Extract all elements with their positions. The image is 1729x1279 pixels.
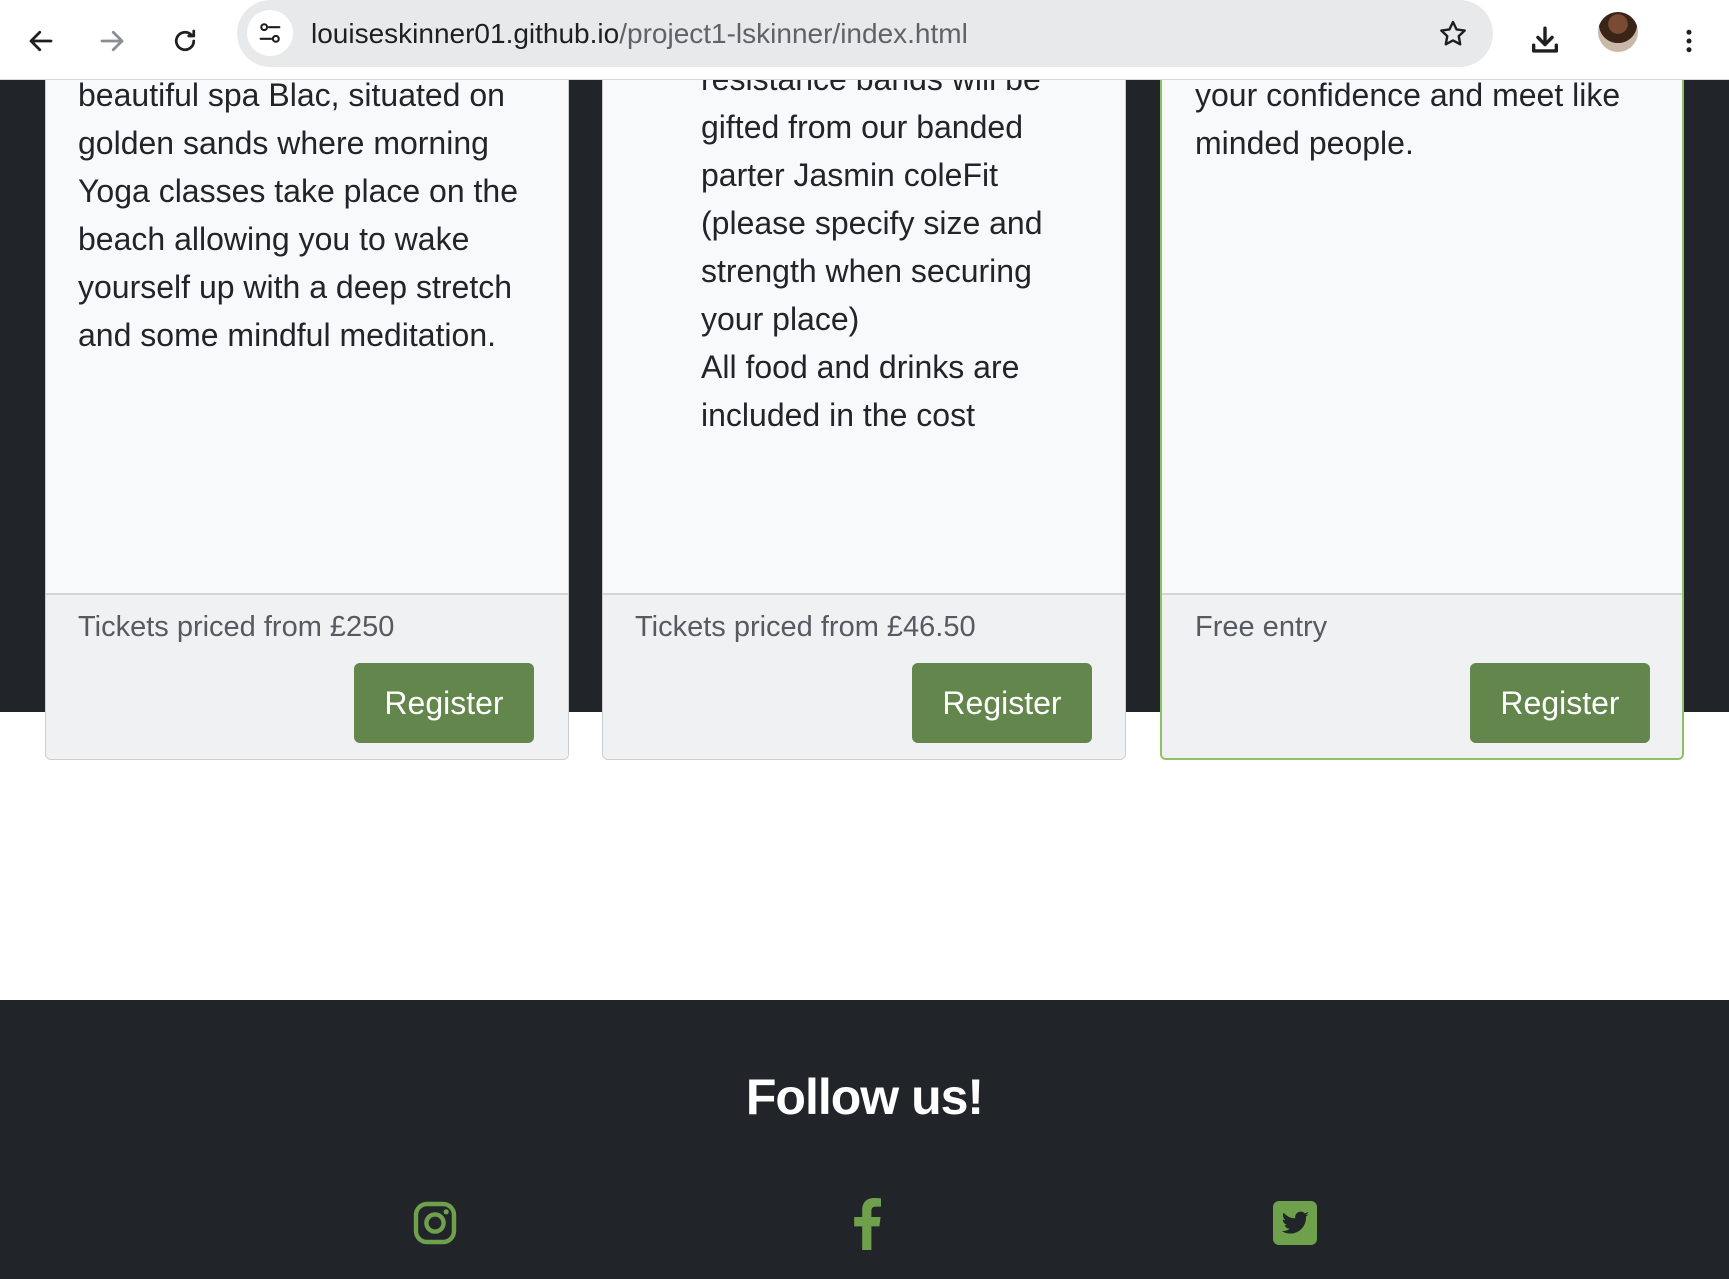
instagram-icon[interactable] <box>410 1198 460 1248</box>
download-icon[interactable] <box>1517 13 1573 69</box>
card-footer: Free entry Register <box>1162 593 1682 758</box>
card-text-line: strength when securing <box>701 253 1032 289</box>
site-footer: Follow us! <box>0 1000 1729 1279</box>
register-button[interactable]: Register <box>912 663 1092 743</box>
card-description: resistance bands will be gifted from our… <box>701 72 1105 439</box>
card-footer: Tickets priced from £46.50 Register <box>603 593 1125 759</box>
card-body: resistance bands will be gifted from our… <box>603 72 1125 593</box>
bookmark-star-icon[interactable] <box>1431 12 1475 56</box>
events-section: beautiful spa Blac, situated on golden s… <box>0 72 1729 760</box>
card-description: beautiful spa Blac, situated on golden s… <box>78 72 548 359</box>
url-host: louiseskinner01.github.io <box>311 18 620 49</box>
card-text-line: your place) <box>701 301 860 337</box>
card-footer: Tickets priced from £250 Register <box>46 593 568 759</box>
reload-icon[interactable] <box>157 13 213 69</box>
ticket-price: Tickets priced from £250 <box>78 611 395 643</box>
forward-icon[interactable] <box>84 13 140 69</box>
card-text-line: parter Jasmin coleFit <box>701 157 998 193</box>
register-button[interactable]: Register <box>354 663 534 743</box>
more-menu-icon[interactable] <box>1661 13 1717 69</box>
card-text-line: yourself up with a deep stretch <box>78 269 513 305</box>
site-info-icon[interactable] <box>247 10 293 56</box>
card-text-line: and some mindful meditation. <box>78 317 496 353</box>
card-description: your confidence and meet like minded peo… <box>1195 72 1662 167</box>
event-card-spa: beautiful spa Blac, situated on golden s… <box>45 72 569 760</box>
ticket-price: Tickets priced from £46.50 <box>635 611 976 643</box>
event-card-community: your confidence and meet like minded peo… <box>1160 72 1684 760</box>
profile-avatar[interactable] <box>1598 12 1638 52</box>
card-text-line: Yoga classes take place on the <box>78 173 519 209</box>
card-text-line: minded people. <box>1195 125 1414 161</box>
follow-us-heading: Follow us! <box>745 1069 984 1125</box>
url-path: /project1-lskinner/index.html <box>619 18 968 49</box>
register-button[interactable]: Register <box>1470 663 1650 743</box>
browser-toolbar: louiseskinner01.github.io/project1-lskin… <box>0 0 1729 80</box>
card-body: your confidence and meet like minded peo… <box>1162 72 1682 593</box>
twitter-icon[interactable] <box>1270 1198 1320 1248</box>
ticket-price: Free entry <box>1195 611 1328 643</box>
card-body: beautiful spa Blac, situated on golden s… <box>46 72 568 593</box>
card-text-line: beach allowing you to wake <box>78 221 470 257</box>
card-text-line: included in the cost <box>701 397 975 433</box>
facebook-icon[interactable] <box>840 1198 890 1250</box>
card-text-line: (please specify size and <box>701 205 1043 241</box>
card-text-line: golden sands where morning <box>78 125 489 161</box>
address-bar[interactable]: louiseskinner01.github.io/project1-lskin… <box>237 0 1493 67</box>
card-text-line: All food and drinks are <box>701 349 1020 385</box>
url-text[interactable]: louiseskinner01.github.io/project1-lskin… <box>311 0 968 67</box>
card-text-line: gifted from our banded <box>701 109 1023 145</box>
event-card-fitness: resistance bands will be gifted from our… <box>602 72 1126 760</box>
back-icon[interactable] <box>13 13 69 69</box>
